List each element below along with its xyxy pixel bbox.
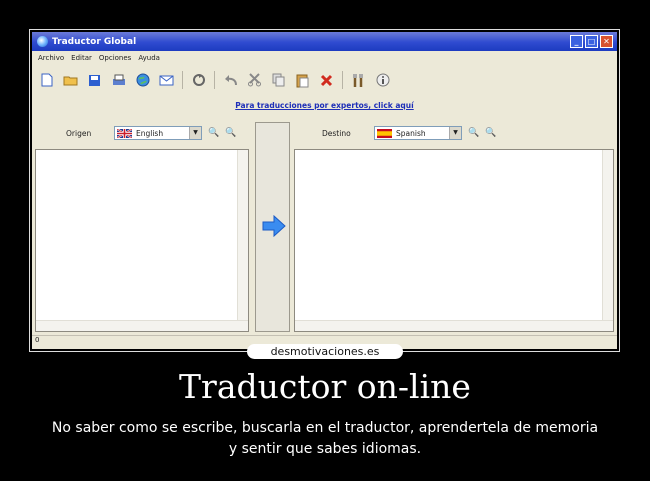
source-language-row: Origen English ▼ 🔍 🔍 [66,122,236,144]
minimize-button[interactable]: _ [570,35,583,48]
vertical-scrollbar[interactable] [602,150,613,331]
right-arrow-icon [262,215,286,237]
chevron-down-icon[interactable]: ▼ [189,127,201,139]
print-icon[interactable] [110,72,127,89]
status-counter: 0 [35,336,40,344]
toolbar-separator [182,71,183,89]
horizontal-scrollbar[interactable] [295,320,613,331]
new-document-icon[interactable] [38,72,55,89]
magnifier-icon[interactable]: 🔍 [208,128,219,138]
window-title: Traductor Global [52,36,137,47]
target-text-area[interactable] [294,149,614,332]
target-language-value: Spanish [396,128,426,138]
paste-icon[interactable] [294,72,311,89]
horizontal-scrollbar[interactable] [36,320,248,331]
app-window: Traductor Global _ □ ✕ Archivo Editar Op… [32,32,617,349]
settings-icon[interactable] [350,72,367,89]
cut-icon[interactable] [246,72,263,89]
save-icon[interactable] [86,72,103,89]
toolbar [38,69,398,91]
source-language-select[interactable]: English ▼ [114,126,202,140]
source-language-value: English [136,128,164,138]
uk-flag-icon [117,128,132,138]
target-label: Destino [322,128,351,138]
copy-icon[interactable] [270,72,287,89]
menu-bar: Archivo Editar Opciones Ayuda [32,51,617,65]
target-language-select[interactable]: Spanish ▼ [374,126,462,140]
vertical-scrollbar[interactable] [237,150,248,331]
menu-opciones[interactable]: Opciones [99,54,131,62]
magnifier-icon[interactable]: 🔍 [468,128,479,138]
translate-button[interactable] [255,122,290,332]
magnifier-icon[interactable]: 🔍 [225,128,236,138]
watermark-label: desmotivaciones.es [247,344,403,359]
delete-icon[interactable] [318,72,335,89]
info-icon[interactable] [374,72,391,89]
menu-archivo[interactable]: Archivo [38,54,64,62]
title-bar[interactable]: Traductor Global _ □ ✕ [32,32,617,51]
maximize-button[interactable]: □ [585,35,598,48]
app-icon [37,36,48,47]
convert-icon[interactable] [190,72,207,89]
poster-title: Traductor on-line [179,367,471,406]
menu-ayuda[interactable]: Ayuda [138,54,160,62]
toolbar-separator [342,71,343,89]
spain-flag-icon [377,128,392,138]
poster-subtitle: No saber como se escribe, buscarla en el… [51,420,599,457]
window-controls: _ □ ✕ [570,35,613,48]
globe-icon[interactable] [134,72,151,89]
chevron-down-icon[interactable]: ▼ [449,127,461,139]
menu-editar[interactable]: Editar [71,54,92,62]
experts-link[interactable]: Para traducciones por expertos, click aq… [32,101,617,110]
close-button[interactable]: ✕ [600,35,613,48]
magnifier-icon[interactable]: 🔍 [485,128,496,138]
source-text-area[interactable] [35,149,249,332]
mail-icon[interactable] [158,72,175,89]
toolbar-separator [214,71,215,89]
source-label: Origen [66,128,92,138]
target-language-row: Destino Spanish ▼ 🔍 🔍 [322,122,496,144]
undo-icon[interactable] [222,72,239,89]
open-folder-icon[interactable] [62,72,79,89]
